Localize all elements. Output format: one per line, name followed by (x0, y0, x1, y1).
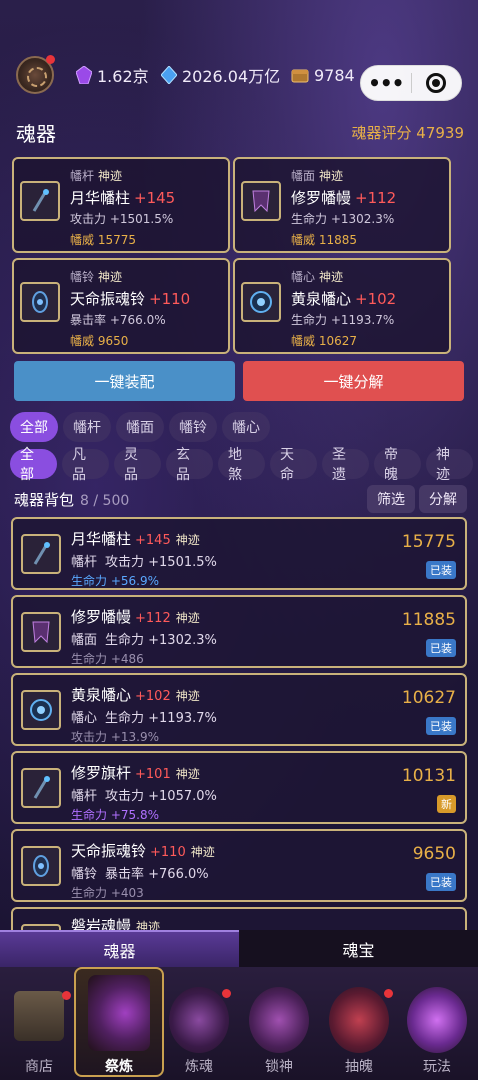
nav-draw-soul[interactable]: 抽魄 (320, 967, 398, 1080)
filter-rank-3[interactable]: 玄品 (166, 447, 213, 483)
equipped-badge: 已装 (426, 873, 456, 891)
filter-rank-8[interactable]: 神迹 (426, 447, 473, 483)
close-icon[interactable] (411, 73, 461, 93)
list-item[interactable]: 月华幡柱 +145 神迹 幡杆 攻击力 +1501.5% 生命力 +56.9% 157… (11, 517, 467, 590)
decompose-button[interactable]: 分解 (419, 485, 467, 513)
notification-dot (46, 55, 55, 64)
list-item[interactable]: 修罗幡幔 +112 神迹 幡面 生命力 +1302.3% 生命力 +486 11885… (11, 595, 467, 668)
staff-icon (21, 768, 61, 808)
page-title: 魂器 (16, 122, 56, 146)
skull-banner-icon (88, 975, 150, 1051)
filter-slot-staff[interactable]: 幡杆 (63, 412, 111, 442)
score-display: 魂器评分 47939 (351, 124, 464, 142)
filter-slot-bell[interactable]: 幡铃 (169, 412, 217, 442)
bell-icon (21, 846, 61, 886)
bell-icon (20, 282, 60, 322)
resource-purple-crystal: 1.62京 (76, 64, 149, 86)
mini-program-capsule: ••• (360, 65, 462, 101)
purple-crystal-icon (76, 66, 92, 84)
filter-button[interactable]: 筛选 (367, 485, 415, 513)
altar-icon (329, 987, 389, 1053)
equipped-card-staff[interactable]: 幡杆 神迹 月华幡柱 +145 攻击力 +1501.5% 幡威 15775 (12, 157, 230, 253)
orb-icon (21, 690, 61, 730)
list-item[interactable]: 磐岩魂幔 神迹 (11, 907, 467, 930)
list-item[interactable]: 修罗旗杆 +101 神迹 幡杆 攻击力 +1057.0% 生命力 +75.8% 101… (11, 751, 467, 824)
gold-chest-icon (291, 69, 309, 83)
nav-gameplay[interactable]: 玩法 (398, 967, 476, 1080)
more-icon[interactable]: ••• (361, 73, 411, 93)
filter-slot-banner[interactable]: 幡面 (116, 412, 164, 442)
notification-dot (384, 989, 393, 998)
decompose-all-button[interactable]: 一键分解 (243, 361, 464, 401)
equipped-card-banner[interactable]: 幡面 神迹 修罗幡幔 +112 生命力 +1302.3% 幡威 11885 (233, 157, 451, 253)
resource-gold-chest: 9784 (291, 64, 355, 86)
banner-icon (21, 612, 61, 652)
equipped-badge: 已装 (426, 639, 456, 657)
filter-rank-7[interactable]: 帝魄 (374, 447, 421, 483)
top-bar: 1.62京 2026.04万亿 9784 ••• (0, 50, 478, 101)
demon-skull-icon (169, 987, 229, 1053)
rank-filter-row: 全部 凡品 灵品 玄品 地煞 天命 圣遗 帝魄 神迹 (10, 447, 478, 483)
nav-forge-soul[interactable]: 炼魂 (160, 967, 238, 1080)
sub-tab-bar: 魂器 魂宝 (0, 930, 478, 967)
equipped-badge: 已装 (426, 561, 456, 579)
equipped-badge: 已装 (426, 717, 456, 735)
slot-filter-row: 全部 幡杆 幡面 幡铃 幡心 (10, 412, 275, 442)
filter-rank-1[interactable]: 凡品 (62, 447, 109, 483)
list-item[interactable]: 黄泉幡心 +102 神迹 幡心 生命力 +1193.7% 攻击力 +13.9% 106… (11, 673, 467, 746)
shop-icon (14, 991, 64, 1041)
chained-orb-icon (249, 987, 309, 1053)
filter-rank-4[interactable]: 地煞 (218, 447, 265, 483)
staff-icon (21, 534, 61, 574)
bottom-nav: 商店 祭炼 炼魂 锁神 抽魄 玩法 (0, 967, 478, 1080)
filter-slot-heart[interactable]: 幡心 (222, 412, 270, 442)
notification-dot (62, 991, 71, 1000)
banner-icon (241, 181, 281, 221)
portal-icon (407, 987, 467, 1053)
resource-value: 2026.04万亿 (182, 67, 281, 86)
new-badge: 新 (437, 795, 456, 813)
bag-title: 魂器背包 8 / 500 (14, 491, 130, 509)
equip-all-button[interactable]: 一键装配 (14, 361, 235, 401)
tab-soul-treasure[interactable]: 魂宝 (239, 930, 478, 967)
tab-soul-artifact[interactable]: 魂器 (0, 930, 239, 967)
resource-blue-diamond: 2026.04万亿 (161, 64, 280, 86)
notification-dot (222, 989, 231, 998)
filter-rank-5[interactable]: 天命 (270, 447, 317, 483)
bag-item-list[interactable]: 月华幡柱 +145 神迹 幡杆 攻击力 +1501.5% 生命力 +56.9% 157… (11, 517, 467, 930)
nav-shop[interactable]: 商店 (0, 967, 78, 1080)
blue-diamond-icon (161, 66, 177, 84)
filter-rank-all[interactable]: 全部 (10, 447, 57, 483)
nav-lock-god[interactable]: 锁神 (240, 967, 318, 1080)
filter-rank-6[interactable]: 圣遗 (322, 447, 369, 483)
resource-value: 9784 (314, 65, 355, 85)
filter-slot-all[interactable]: 全部 (10, 412, 58, 442)
filter-rank-2[interactable]: 灵品 (114, 447, 161, 483)
resource-value: 1.62京 (97, 67, 149, 86)
staff-icon (20, 181, 60, 221)
equipped-card-bell[interactable]: 幡铃 神迹 天命振魂铃 +110 暴击率 +766.0% 幡威 9650 (12, 258, 230, 354)
equipped-card-orb[interactable]: 幡心 神迹 黄泉幡心 +102 生命力 +1193.7% 幡威 10627 (233, 258, 451, 354)
nav-refine[interactable]: 祭炼 (74, 967, 164, 1080)
orb-icon (241, 282, 281, 322)
list-item[interactable]: 天命振魂铃 +110 神迹 幡铃 暴击率 +766.0% 生命力 +403 9650 … (11, 829, 467, 902)
